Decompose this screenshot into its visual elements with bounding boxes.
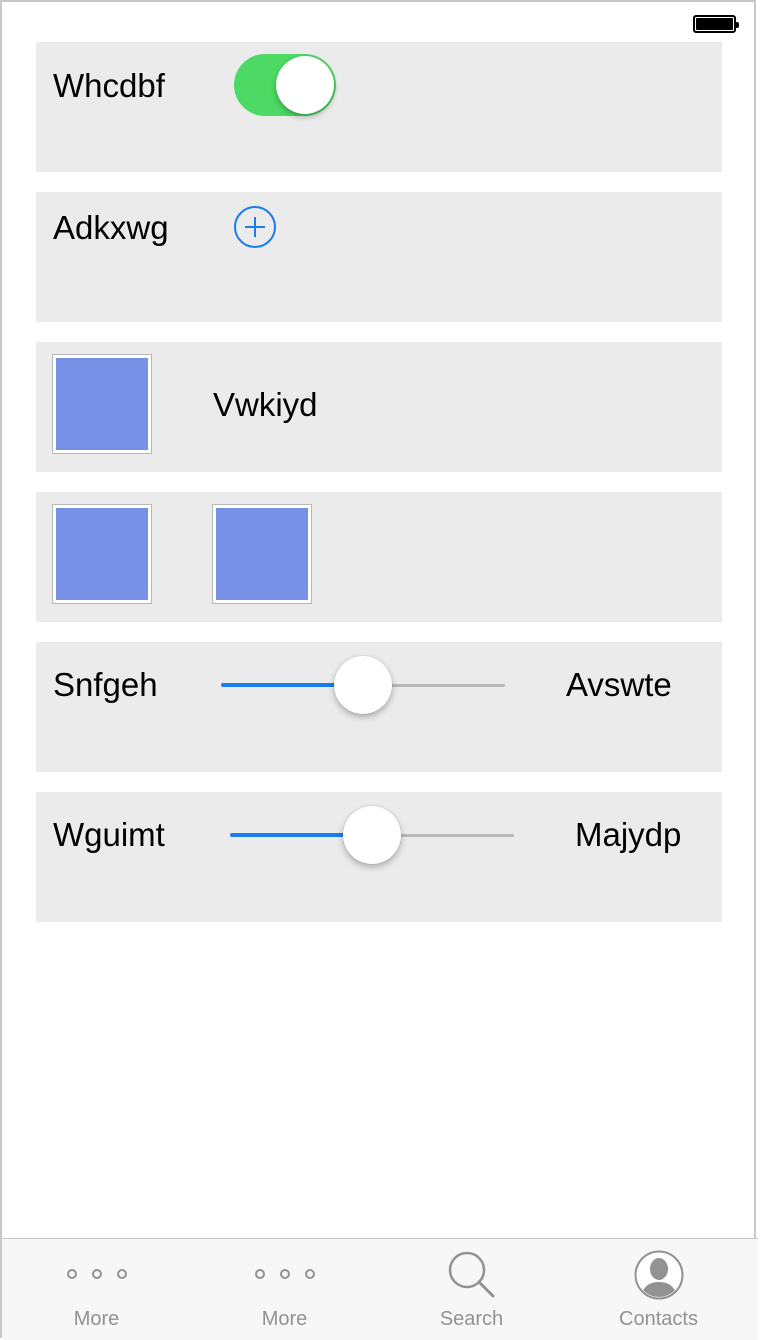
slider[interactable] <box>221 656 505 714</box>
row-slider: Wguimt Majydp <box>36 792 722 922</box>
slider-max-label: Majydp <box>575 816 682 853</box>
slider-thumb[interactable] <box>343 806 401 864</box>
slider-min-label: Wguimt <box>53 816 165 853</box>
search-icon <box>448 1251 494 1298</box>
row-images <box>36 492 722 622</box>
toggle-knob <box>276 56 334 114</box>
row-add: Adkxwg <box>36 192 722 322</box>
slider-thumb[interactable] <box>334 656 392 714</box>
row-label: Vwkiyd <box>213 386 318 423</box>
toggle-switch[interactable] <box>234 54 336 116</box>
image-placeholder <box>52 354 152 454</box>
tab-contacts[interactable]: Contacts <box>564 1239 753 1339</box>
row-label: Whcdbf <box>53 67 165 104</box>
image-placeholder <box>212 504 312 604</box>
slider[interactable] <box>230 806 514 864</box>
tab-label: Search <box>439 1308 504 1330</box>
row-label: Adkxwg <box>53 209 169 246</box>
slider-min-label: Snfgeh <box>53 666 158 703</box>
row-image-label: Vwkiyd <box>36 342 722 472</box>
tab-more-2[interactable]: More <box>190 1239 379 1339</box>
device-frame: Whcdbf Adkxwg Vwkiyd Snfgeh Avswte Wguim… <box>0 0 758 1340</box>
more-icon <box>254 1267 315 1281</box>
tab-search[interactable]: Search <box>377 1239 566 1339</box>
row-slider: Snfgeh Avswte <box>36 642 722 772</box>
tab-label: More <box>261 1308 308 1330</box>
tab-label: Contacts <box>619 1308 698 1330</box>
battery-icon <box>693 15 739 33</box>
add-icon[interactable] <box>234 206 276 248</box>
slider-max-label: Avswte <box>566 666 672 703</box>
image-placeholder <box>52 504 152 604</box>
tab-label: More <box>73 1308 120 1330</box>
more-icon <box>66 1267 127 1281</box>
contacts-icon <box>634 1250 683 1300</box>
tab-more-1[interactable]: More <box>2 1239 191 1339</box>
row-toggle: Whcdbf <box>36 42 722 172</box>
tab-bar: More More Search Contacts <box>2 1238 758 1340</box>
